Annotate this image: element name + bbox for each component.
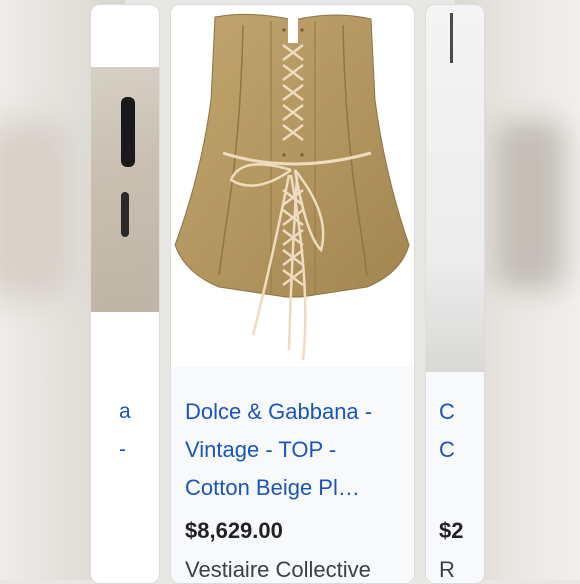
product-image[interactable] — [426, 5, 484, 372]
product-title[interactable]: C C — [439, 393, 455, 469]
corset-image — [174, 13, 410, 361]
product-card[interactable]: Dolce & Gabbana - Vintage - TOP - Cotton… — [170, 4, 415, 584]
product-price: $8,629.00 — [185, 518, 283, 543]
product-card-left[interactable]: a - — [90, 4, 160, 584]
seller-name: R — [439, 557, 455, 582]
product-title[interactable]: a - — [119, 393, 131, 469]
seller-name: Vestiaire Collective — [185, 557, 371, 582]
product-card-right[interactable]: C C $2 R — [425, 4, 485, 584]
product-title[interactable]: Dolce & Gabbana - Vintage - TOP - Cotton… — [185, 393, 407, 507]
product-image[interactable] — [171, 5, 414, 367]
product-price: $2 — [439, 518, 464, 543]
product-image[interactable] — [91, 67, 159, 312]
product-info — [426, 372, 484, 583]
